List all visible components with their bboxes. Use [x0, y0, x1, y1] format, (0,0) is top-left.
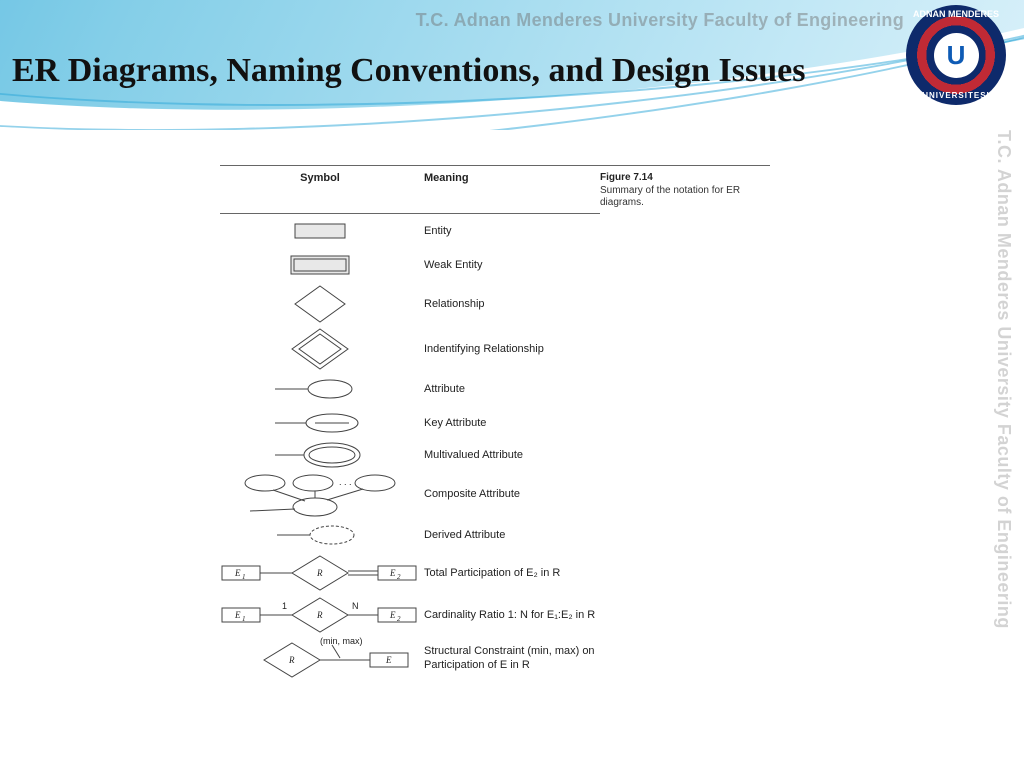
structural-constraint-icon: R (min, max) E — [220, 637, 420, 681]
svg-text:E: E — [234, 568, 241, 578]
meaning-identifying-relationship: Indentifying Relationship — [420, 343, 600, 355]
figure-number: Figure 7.14 — [600, 172, 760, 183]
svg-text:E: E — [389, 568, 396, 578]
row-attribute: Attribute — [220, 372, 770, 406]
cardinality-ratio-icon: E 1 1 R N E 2 — [220, 595, 420, 635]
row-derived-attribute: Derived Attribute — [220, 518, 770, 552]
seal-letter: U — [947, 40, 966, 71]
header-meaning: Meaning — [420, 172, 600, 209]
page-title: ER Diagrams, Naming Conventions, and Des… — [12, 52, 805, 90]
figure-caption-text: Summary of the notation for ER diagrams. — [600, 185, 740, 208]
meaning-weak-entity: Weak Entity — [420, 259, 600, 271]
er-notation-figure: Symbol Meaning Figure 7.14 Summary of th… — [220, 165, 770, 682]
meaning-attribute: Attribute — [420, 383, 600, 395]
row-identifying-relationship: Indentifying Relationship — [220, 326, 770, 372]
svg-text:E: E — [385, 655, 392, 665]
meaning-cardinality-ratio: Cardinality Ratio 1: N for E₁:E₂ in R — [420, 609, 600, 621]
multivalued-attribute-icon — [265, 441, 375, 469]
university-seal-icon: ADNAN MENDERES UNIVERSITESI U — [906, 5, 1006, 105]
meaning-composite-attribute: Composite Attribute — [420, 488, 600, 500]
weak-entity-icon — [275, 253, 365, 277]
svg-text:E: E — [234, 610, 241, 620]
svg-text:. . .: . . . — [339, 477, 352, 487]
svg-text:R: R — [316, 610, 323, 620]
svg-text:2: 2 — [397, 573, 401, 581]
row-key-attribute: Key Attribute — [220, 406, 770, 440]
svg-text:R: R — [316, 568, 323, 578]
svg-text:N: N — [352, 601, 359, 611]
meaning-multivalued-attribute: Multivalued Attribute — [420, 449, 600, 461]
svg-text:1: 1 — [242, 615, 246, 623]
key-attribute-icon — [265, 412, 375, 434]
derived-attribute-icon — [265, 524, 375, 546]
meaning-entity: Entity — [420, 225, 600, 237]
row-composite-attribute: . . . Composite Attribute — [220, 470, 770, 518]
svg-text:E: E — [389, 610, 396, 620]
attribute-icon — [265, 378, 375, 400]
header-branding-text: T.C. Adnan Menderes University Faculty o… — [416, 10, 904, 31]
row-entity: Entity — [220, 214, 770, 248]
meaning-derived-attribute: Derived Attribute — [420, 529, 600, 541]
row-weak-entity: Weak Entity — [220, 248, 770, 282]
svg-text:(min, max): (min, max) — [320, 637, 363, 646]
row-structural-constraint: R (min, max) E Structural Constraint (mi… — [220, 636, 770, 682]
row-multivalued-attribute: Multivalued Attribute — [220, 440, 770, 470]
meaning-relationship: Relationship — [420, 298, 600, 310]
total-participation-icon: E 1 R E 2 — [220, 553, 420, 593]
figure-header-row: Symbol Meaning Figure 7.14 Summary of th… — [220, 166, 770, 213]
meaning-structural-constraint: Structural Constraint (min, max) on Part… — [420, 645, 600, 673]
meaning-total-participation: Total Participation of E₂ in R — [420, 567, 600, 579]
figure-caption: Figure 7.14 Summary of the notation for … — [600, 172, 760, 209]
entity-icon — [275, 220, 365, 242]
svg-text:R: R — [288, 655, 295, 665]
identifying-relationship-icon — [275, 327, 365, 371]
relationship-icon — [275, 283, 365, 325]
svg-text:2: 2 — [397, 615, 401, 623]
svg-text:1: 1 — [282, 601, 287, 611]
meaning-key-attribute: Key Attribute — [420, 417, 600, 429]
row-relationship: Relationship — [220, 282, 770, 326]
header-symbol: Symbol — [220, 172, 420, 209]
svg-text:1: 1 — [242, 573, 246, 581]
row-cardinality-ratio: E 1 1 R N E 2 Cardinality Ratio 1: N for… — [220, 594, 770, 636]
row-total-participation: E 1 R E 2 Total Participation of E₂ in R — [220, 552, 770, 594]
composite-attribute-icon: . . . — [235, 471, 405, 517]
side-branding-text: T.C. Adnan Menderes University Faculty o… — [993, 130, 1014, 629]
